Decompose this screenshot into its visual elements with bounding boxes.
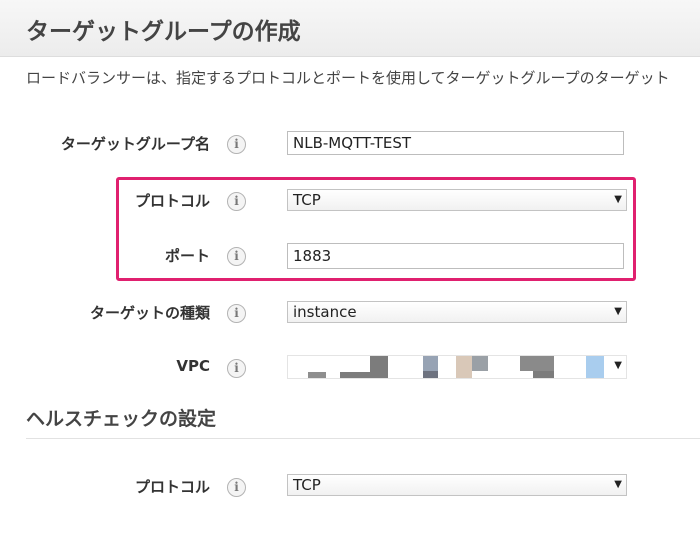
info-icon[interactable]: i bbox=[227, 135, 246, 154]
chevron-down-icon: ▼ bbox=[614, 479, 622, 490]
target-type-select-value: instance bbox=[293, 303, 357, 321]
page-header: ターゲットグループの作成 bbox=[0, 0, 700, 57]
target-type-select[interactable]: instance ▼ bbox=[287, 301, 627, 323]
section-divider bbox=[26, 438, 700, 439]
target-type-label: ターゲットの種類 bbox=[89, 304, 210, 322]
protocol-label: プロトコル bbox=[134, 192, 210, 210]
chevron-down-icon: ▼ bbox=[612, 356, 622, 376]
info-icon[interactable]: i bbox=[227, 247, 246, 266]
target-group-name-label: ターゲットグループ名 bbox=[60, 135, 210, 153]
info-icon[interactable]: i bbox=[227, 359, 246, 378]
health-check-title: ヘルスチェックの設定 bbox=[26, 408, 217, 430]
vpc-select[interactable]: ▼ bbox=[287, 355, 627, 379]
target-group-name-input[interactable]: NLB-MQTT-TEST bbox=[287, 131, 624, 155]
info-icon[interactable]: i bbox=[227, 192, 246, 211]
health-check-protocol-select[interactable]: TCP ▼ bbox=[287, 474, 627, 496]
protocol-select-value: TCP bbox=[293, 191, 321, 209]
port-input[interactable]: 1883 bbox=[287, 243, 624, 269]
page-title: ターゲットグループの作成 bbox=[26, 19, 301, 45]
vpc-label: VPC bbox=[176, 357, 210, 375]
info-icon[interactable]: i bbox=[227, 478, 246, 497]
info-icon[interactable]: i bbox=[227, 304, 246, 323]
health-check-protocol-label: プロトコル bbox=[134, 478, 210, 496]
health-check-protocol-value: TCP bbox=[293, 476, 321, 494]
protocol-select[interactable]: TCP ▼ bbox=[287, 189, 627, 211]
chevron-down-icon: ▼ bbox=[614, 194, 622, 205]
vpc-redacted-value bbox=[288, 356, 626, 378]
page-description: ロードバランサーは、指定するプロトコルとポートを使用してターゲットグループのター… bbox=[26, 69, 670, 87]
chevron-down-icon: ▼ bbox=[614, 306, 622, 317]
port-label: ポート bbox=[164, 247, 210, 265]
